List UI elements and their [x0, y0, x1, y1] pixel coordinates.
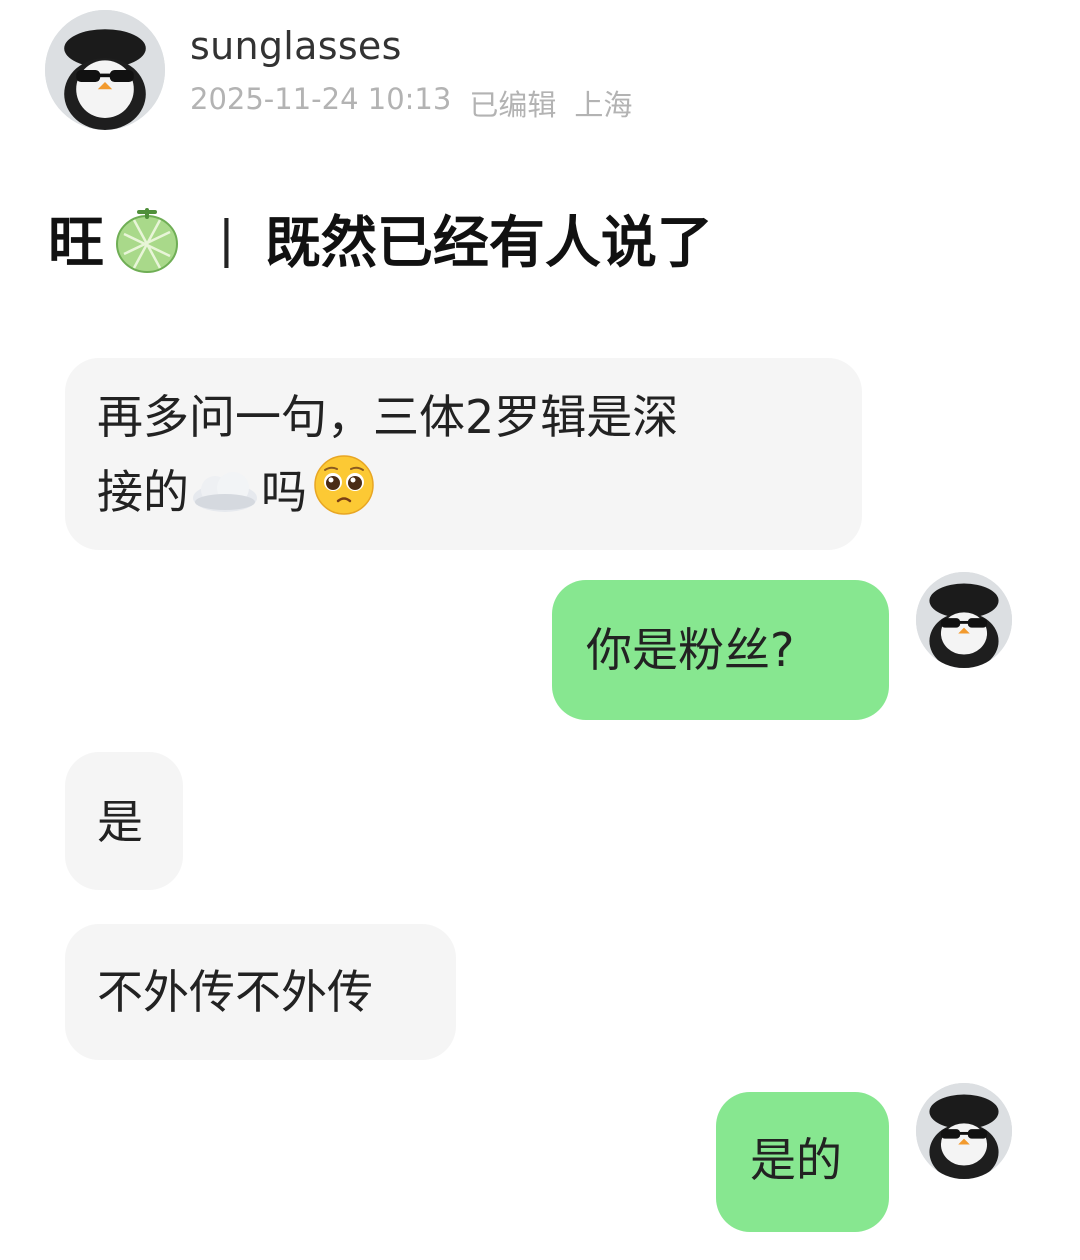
post-timestamp: 2025-11-24 10:13: [190, 82, 452, 116]
message-text: 不外传不外传: [97, 965, 373, 1019]
chat-bubble-incoming: 是: [65, 752, 183, 890]
chat-bubble-outgoing: 你是粉丝?: [552, 580, 889, 720]
sender-avatar[interactable]: [916, 1083, 1012, 1179]
chat-bubble-incoming: 再多问一句，三体2罗辑是深 接的 吗: [65, 358, 862, 550]
message-text: 你是粉丝?: [586, 623, 795, 677]
chat-bubble-outgoing: 是的: [716, 1092, 889, 1232]
title-separator: |: [218, 209, 235, 268]
sender-avatar[interactable]: [916, 572, 1012, 668]
penguin-sunglasses-icon: [916, 1083, 1012, 1179]
author-avatar[interactable]: [45, 10, 165, 130]
penguin-sunglasses-icon: [916, 572, 1012, 668]
message-text-line1: 再多问一句，三体2罗辑是深: [97, 390, 679, 444]
author-username[interactable]: sunglasses: [190, 24, 402, 68]
penguin-sunglasses-icon: [45, 10, 165, 130]
post-title: 旺 | 既然已经有人说了: [48, 198, 713, 279]
post-meta: 2025-11-24 10:13 已编辑 上海: [190, 82, 632, 124]
message-text-line2: 接的 吗: [97, 454, 832, 529]
message-text: 是: [97, 795, 143, 849]
edited-label: 已编辑: [469, 88, 557, 122]
chat-bubble-incoming: 不外传不外传: [65, 924, 456, 1060]
pleading-face-icon: [313, 454, 375, 516]
title-text: 既然已经有人说了: [264, 211, 713, 276]
cloud-icon: [189, 468, 261, 516]
message-text: 是的: [750, 1133, 842, 1187]
post-location: 上海: [574, 88, 633, 122]
melon-icon: [114, 204, 180, 274]
title-prefix: 旺: [48, 211, 104, 276]
message-text: 接的: [97, 465, 189, 519]
message-text: 吗: [261, 465, 307, 519]
